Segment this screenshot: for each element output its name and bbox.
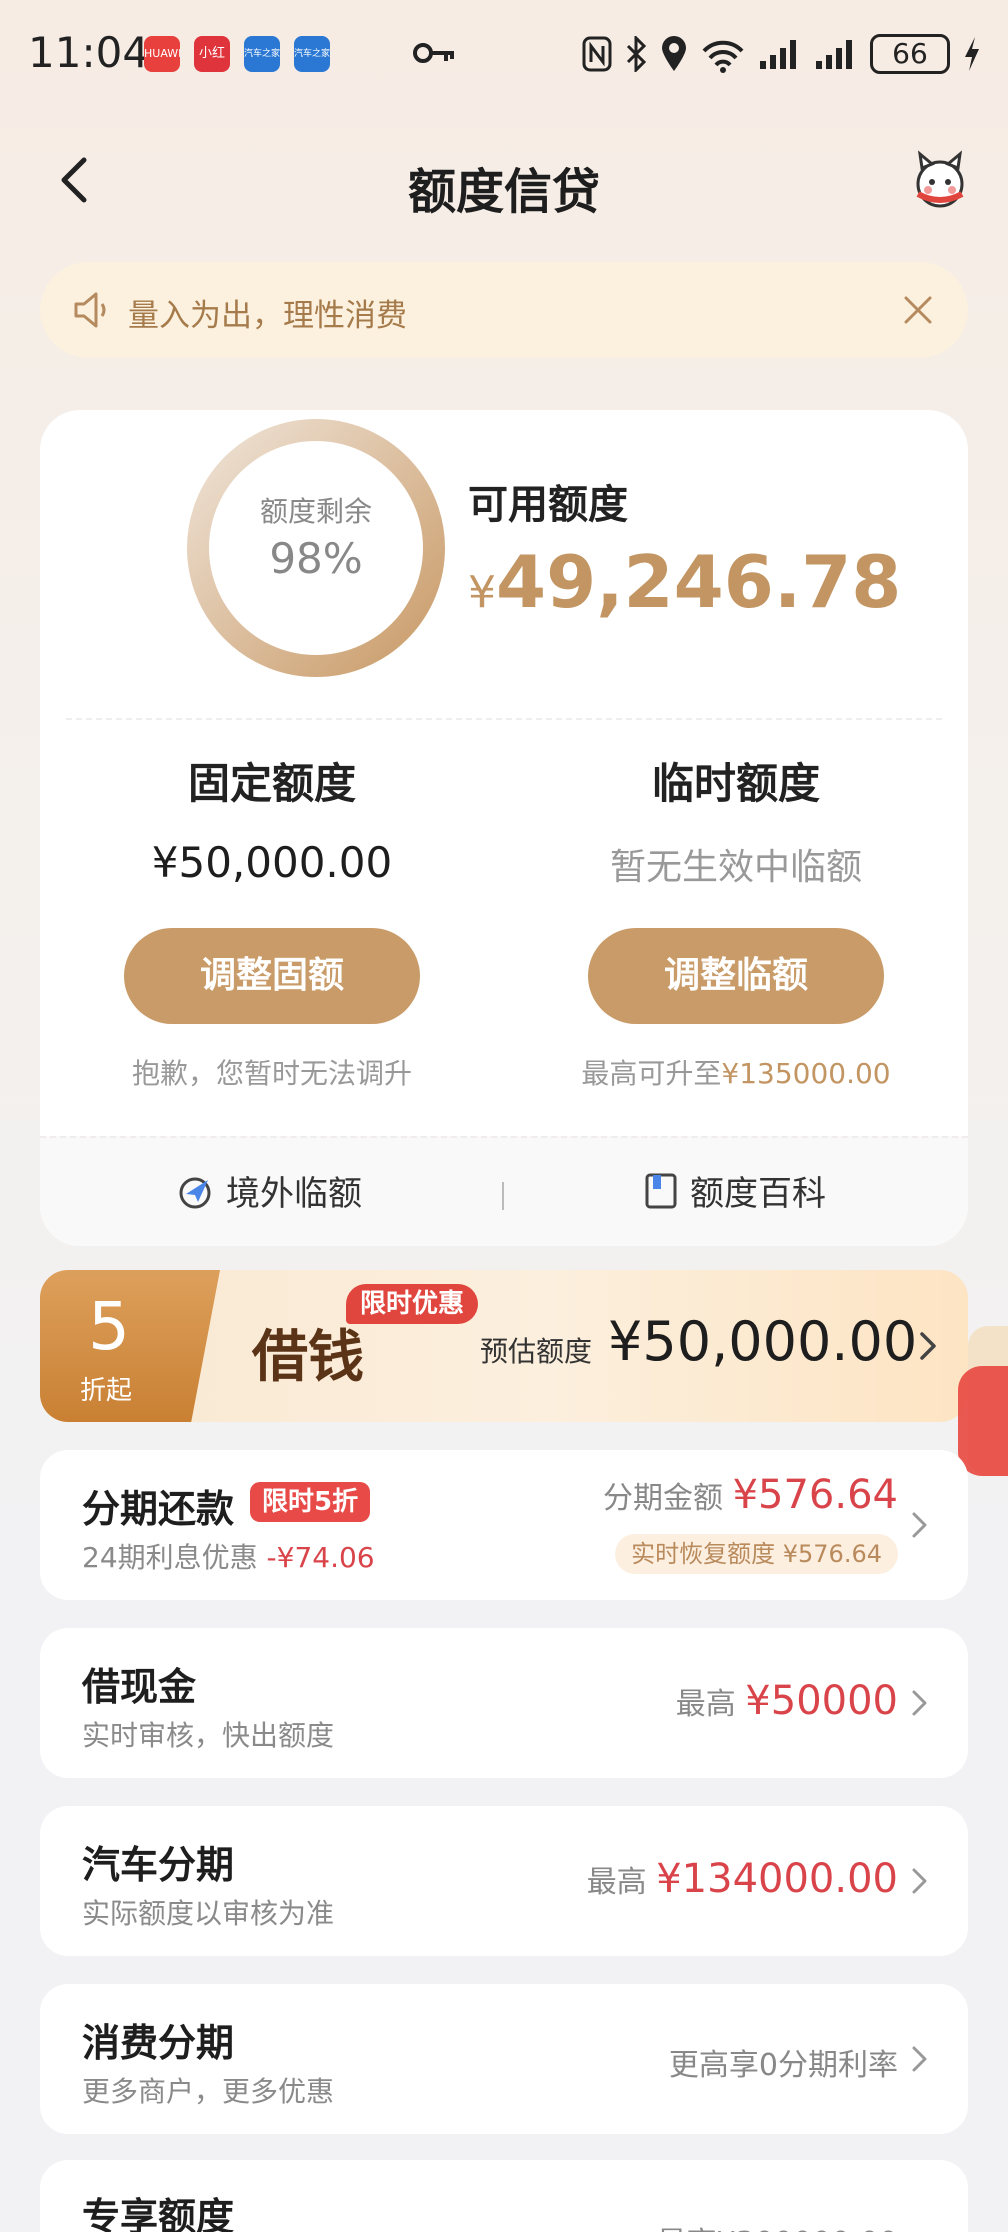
discount-suffix: 折起 xyxy=(80,1376,133,1406)
chevron-right-icon xyxy=(912,1512,927,1538)
xiaohongshu-app-icon: 小红书 xyxy=(194,36,230,72)
installment-repay-title: 分期还款 xyxy=(82,1487,235,1531)
book-icon xyxy=(645,1173,677,1208)
estimate-amount: ¥50,000.00 xyxy=(608,1310,918,1373)
chevron-right-icon xyxy=(912,1690,927,1716)
installment-amount-label: 分期金额 xyxy=(603,1481,724,1516)
consumer-installment-title: 消费分期 xyxy=(82,2021,235,2065)
cash-loan-card[interactable]: 借现金 实时审核，快出额度 最高 ¥50000 xyxy=(40,1628,968,1778)
fixed-quota-title: 固定额度 xyxy=(187,759,356,808)
discount-number: 5 xyxy=(88,1288,130,1365)
chevron-right-icon xyxy=(912,2046,927,2072)
consumer-installment-card[interactable]: 消费分期 更多商户，更多优惠 更高享0分期利率 xyxy=(40,1984,968,2134)
footer-separator xyxy=(502,1182,504,1210)
available-value: 49,246.78 xyxy=(496,540,902,624)
cash-loan-max-label: 最高 xyxy=(675,1687,736,1722)
available-amount: ¥49,246.78 xyxy=(468,540,901,624)
temp-quota-note: 最高可升至¥135000.00 xyxy=(504,1052,968,1092)
interest-discount: -¥74.06 xyxy=(266,1541,375,1574)
plane-globe-icon xyxy=(179,1177,211,1208)
restore-quota-pill: 实时恢复额度 ¥576.64 xyxy=(615,1534,898,1574)
cash-loan-max-amount: ¥50000 xyxy=(745,1678,898,1724)
installment-amount: ¥576.64 xyxy=(732,1472,898,1518)
status-time: 11:04 xyxy=(28,28,150,77)
car-installment-max-amount: ¥134000.00 xyxy=(656,1856,898,1902)
car-installment-card[interactable]: 汽车分期 实际额度以审核为准 最高 ¥134000.00 xyxy=(40,1806,968,1956)
charging-icon xyxy=(965,37,979,71)
battery-indicator: 66 xyxy=(870,34,950,74)
promo-title: 借钱 xyxy=(252,1324,364,1390)
status-indicators: 66 xyxy=(582,30,982,78)
cash-loan-max-group: 最高 ¥50000 xyxy=(676,1678,898,1724)
estimate-label: 预估额度 xyxy=(480,1335,593,1368)
nav-bar: 额度信贷 xyxy=(0,130,1008,230)
borrow-promo-banner[interactable]: 5 折起 借钱 限时优惠 预估额度 ¥50,000.00 xyxy=(40,1270,968,1422)
signal-icon-2 xyxy=(816,40,852,69)
temp-note-prefix: 最高可升至 xyxy=(581,1057,722,1090)
autohome-app-icon-2: 汽车之家 xyxy=(294,36,330,72)
ring-value: 98% xyxy=(269,534,363,583)
notice-text: 量入为出，理性消费 xyxy=(128,298,407,334)
quota-wiki-link[interactable]: 额度百科 xyxy=(644,1166,826,1215)
installment-repay-sub-text: 24期利息优惠 xyxy=(82,1541,258,1574)
temp-note-amount: ¥135000.00 xyxy=(721,1057,891,1090)
cash-loan-sub: 实时审核，快出额度 xyxy=(82,1719,335,1752)
car-installment-sub: 实际额度以审核为准 xyxy=(82,1897,335,1930)
cash-loan-title: 借现金 xyxy=(82,1665,197,1709)
huawei-app-icon: HUAWEI xyxy=(144,36,180,72)
status-bar: 11:04 HUAWEI 小红书 汽车之家 汽车之家 xyxy=(0,0,1008,110)
wifi-icon xyxy=(702,40,744,73)
chevron-right-icon xyxy=(920,1332,936,1360)
key-icon xyxy=(413,43,454,63)
close-icon[interactable] xyxy=(900,292,936,328)
ring-label: 额度剩余 xyxy=(259,495,372,528)
mascot-icon[interactable] xyxy=(908,150,972,214)
quota-card-footer: 境外临额 额度百科 xyxy=(40,1136,968,1246)
fixed-quota-value: ¥50,000.00 xyxy=(151,838,393,887)
divider xyxy=(66,718,942,720)
overseas-temp-label: 境外临额 xyxy=(226,1174,362,1214)
discount-tag: 限时5折 xyxy=(250,1482,371,1522)
autohome-app-icon: 汽车之家 xyxy=(244,36,280,72)
installment-repay-card[interactable]: 分期还款 限时5折 24期利息优惠 -¥74.06 分期金额 ¥576.64 实… xyxy=(40,1450,968,1600)
quota-card: 额度剩余 98% 可用额度 ¥49,246.78 固定额度 ¥50,000.00… xyxy=(40,410,968,1246)
adjust-fixed-button[interactable]: 调整固额 xyxy=(124,928,420,1024)
limited-offer-tag: 限时优惠 xyxy=(346,1284,479,1324)
fixed-quota-section: 固定额度 ¥50,000.00 调整固额 抱歉，您暂时无法调升 xyxy=(40,750,504,1092)
car-installment-max-label: 最高 xyxy=(586,1865,647,1900)
consumer-installment-sub: 更多商户，更多优惠 xyxy=(82,2075,335,2108)
bluetooth-icon xyxy=(626,36,647,72)
installment-repay-sub: 24期利息优惠 -¥74.06 xyxy=(82,1536,375,1576)
temp-quota-title: 临时额度 xyxy=(651,759,820,808)
fixed-quota-note: 抱歉，您暂时无法调升 xyxy=(131,1057,412,1090)
car-installment-max-group: 最高 ¥134000.00 xyxy=(587,1856,898,1902)
overseas-temp-link[interactable]: 境外临额 xyxy=(176,1166,362,1215)
available-label: 可用额度 xyxy=(468,482,628,528)
speaker-icon xyxy=(74,292,106,328)
installment-amount-group: 分期金额 ¥576.64 xyxy=(603,1472,898,1518)
location-icon xyxy=(662,36,686,71)
adjust-temp-button[interactable]: 调整临额 xyxy=(588,928,884,1024)
page-title: 额度信贷 xyxy=(407,164,600,220)
car-installment-title: 汽车分期 xyxy=(82,1843,235,1887)
temp-quota-value: 暂无生效中临额 xyxy=(609,847,862,888)
consumer-installment-note: 更高享0分期利率 xyxy=(668,2048,898,2083)
available-currency: ¥ xyxy=(468,567,496,618)
exclusive-quota-card[interactable]: 专享额度 最高¥300000.00 xyxy=(40,2160,968,2232)
quota-wiki-label: 额度百科 xyxy=(690,1174,826,1214)
nfc-icon xyxy=(582,36,612,72)
exclusive-quota-note: 最高¥300000.00 xyxy=(657,2218,898,2232)
exclusive-quota-title: 专享额度 xyxy=(82,2195,235,2232)
notice-banner: 量入为出，理性消费 xyxy=(40,262,968,358)
chevron-right-icon xyxy=(912,1868,927,1894)
temp-quota-section: 临时额度 暂无生效中临额 调整临额 最高可升至¥135000.00 xyxy=(504,750,968,1092)
signal-icon xyxy=(760,40,796,69)
floating-side-badge[interactable] xyxy=(958,1366,1008,1476)
